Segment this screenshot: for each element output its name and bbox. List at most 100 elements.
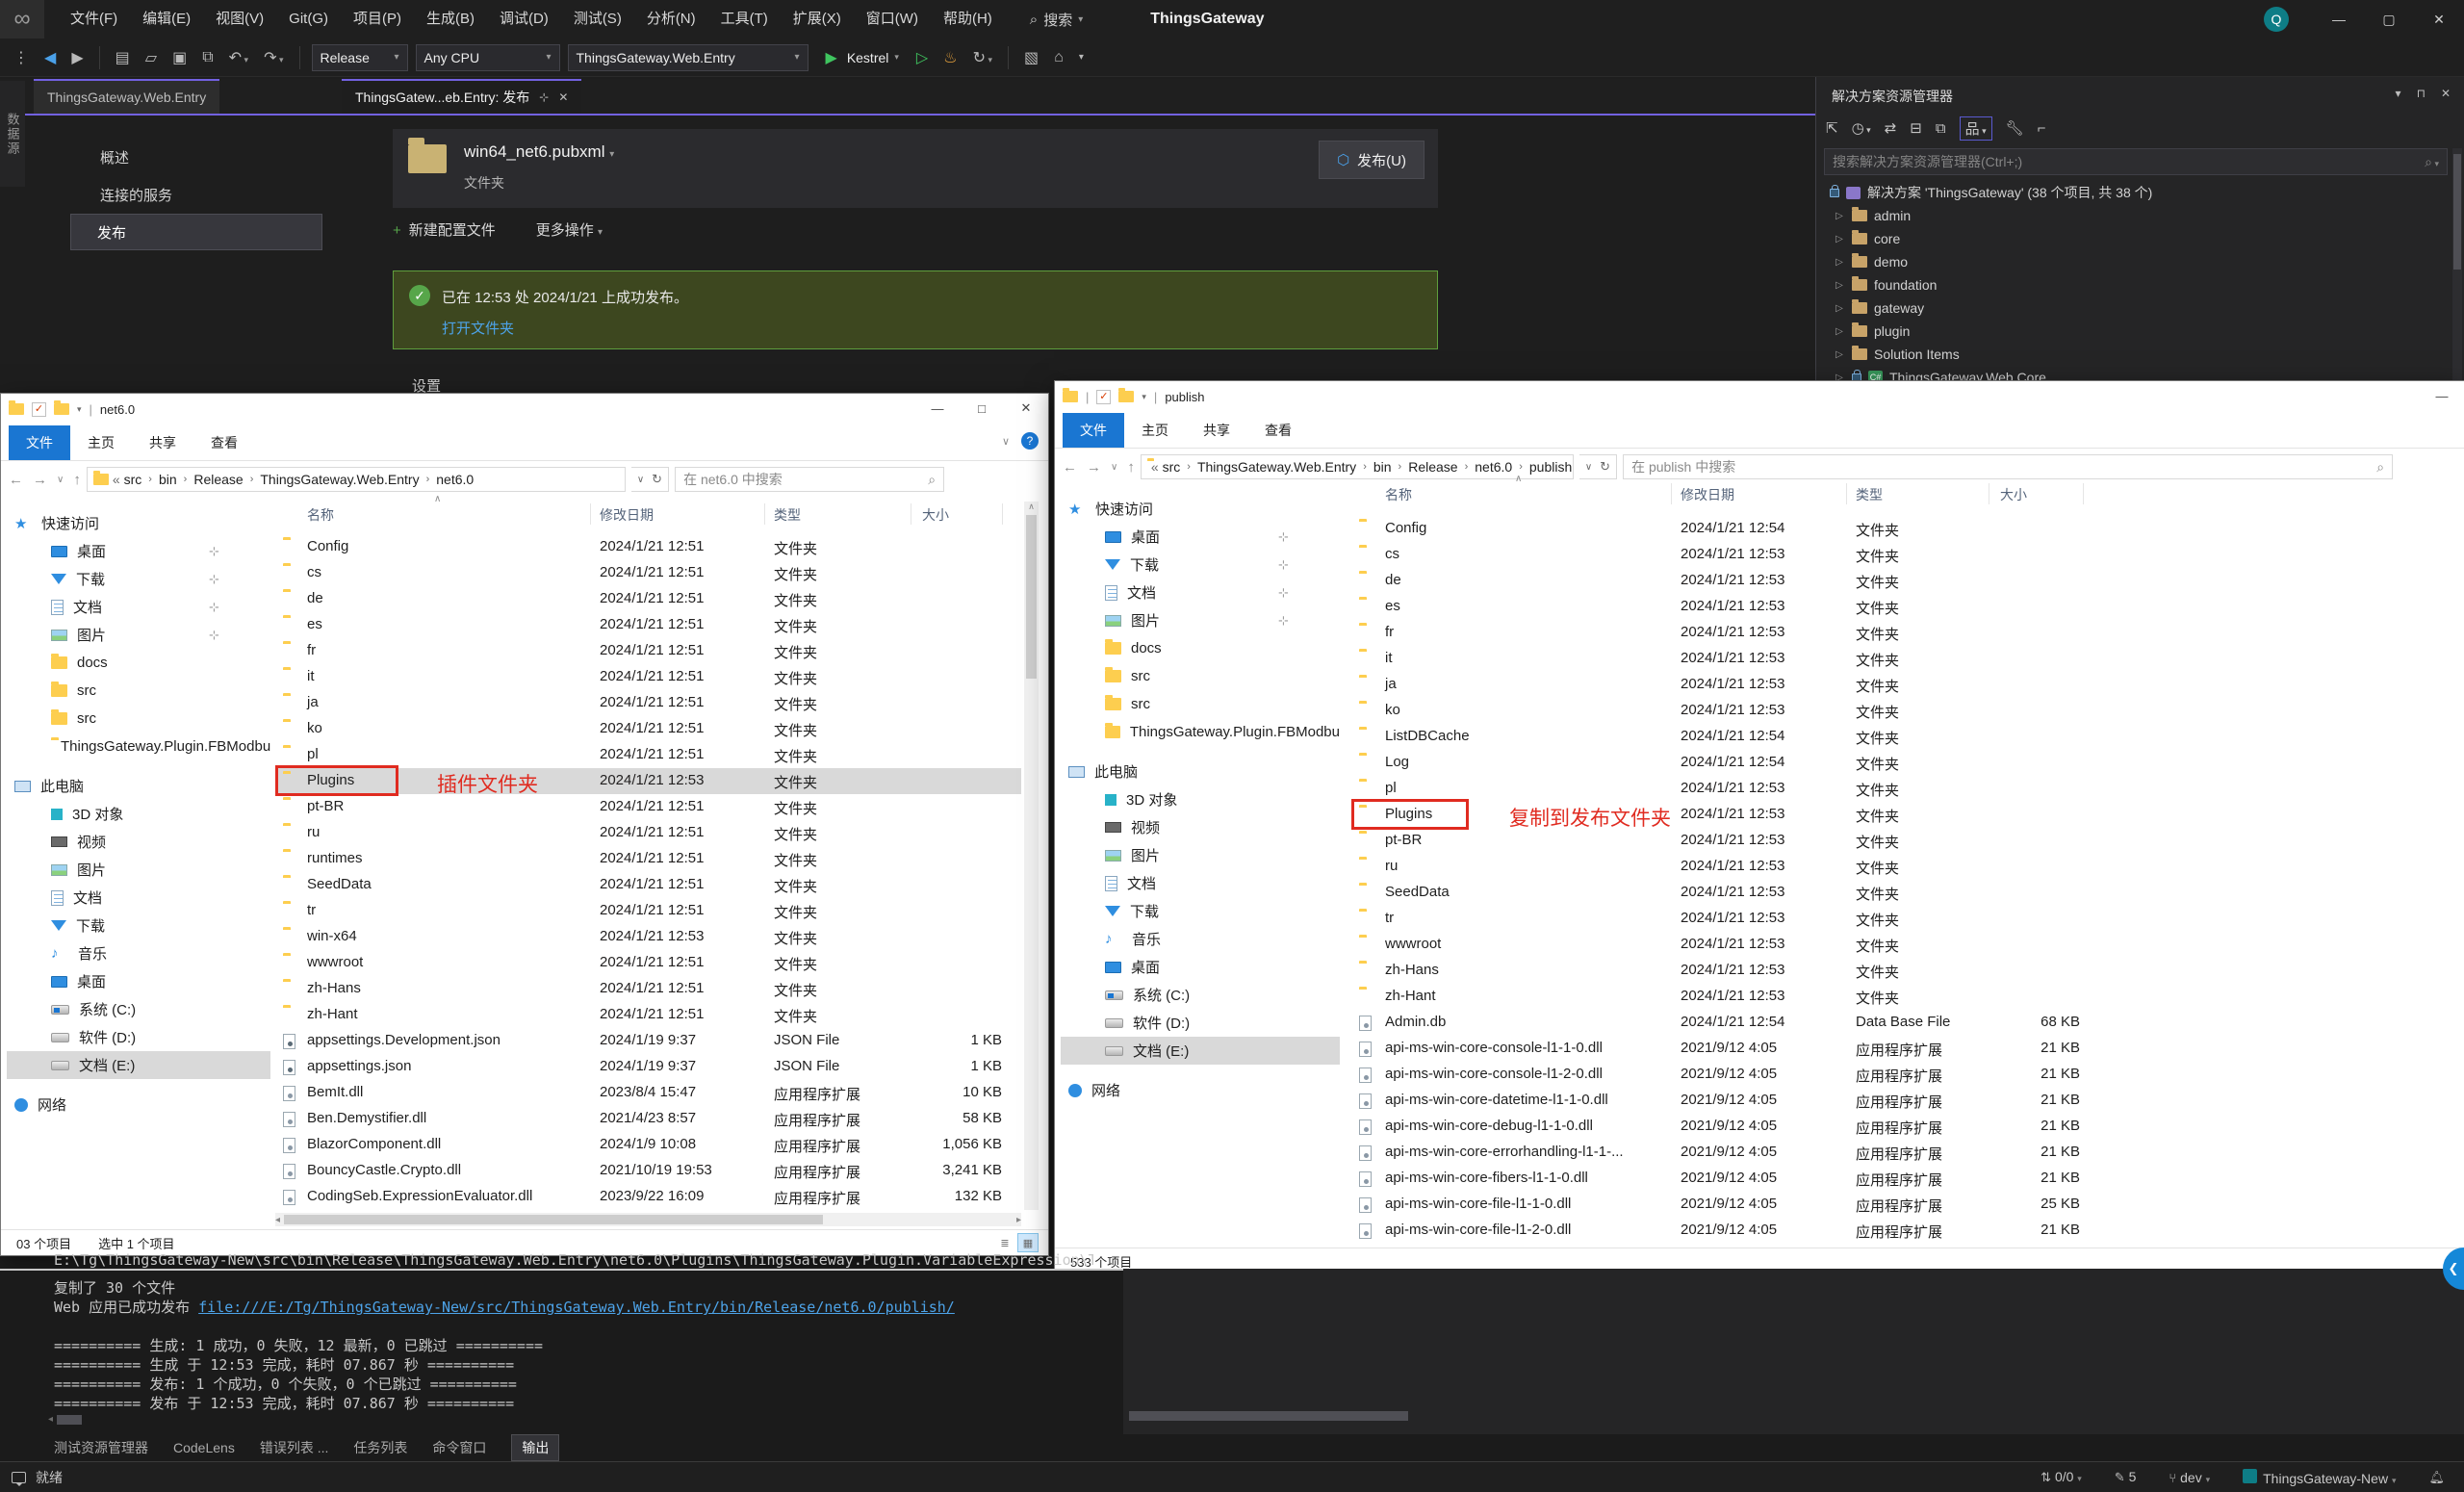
explorer1-vertical-scrollbar[interactable]: ∧ [1024, 502, 1039, 1210]
panel-tab-错误列表 ...[interactable]: 错误列表 ... [260, 1438, 329, 1457]
sidebar-item-folder[interactable]: docs [1061, 634, 1340, 662]
ribbon-tab-3[interactable]: 查看 [1247, 413, 1309, 448]
column-header-1[interactable]: 修改日期 [1681, 485, 1734, 504]
file-row[interactable]: ja2024/1/21 12:51文件夹 [275, 690, 1021, 716]
file-row[interactable]: SeedData2024/1/21 12:51文件夹 [275, 872, 1021, 898]
column-separator[interactable] [1002, 503, 1003, 525]
file-row[interactable]: api-ms-win-core-console-l1-2-0.dll2021/9… [1353, 1062, 2094, 1088]
save-all-icon[interactable]: ⧉ [198, 47, 217, 68]
sidebar-item-drive[interactable]: 软件 (D:) [1061, 1009, 1340, 1037]
chevron-right-icon[interactable]: ▷ [1834, 303, 1845, 314]
file-row[interactable]: zh-Hans2024/1/21 12:53文件夹 [1353, 958, 2094, 984]
panel-tab-任务列表[interactable]: 任务列表 [353, 1438, 407, 1457]
explorer1-breadcrumb[interactable]: «src›bin›Release›ThingsGateway.Web.Entry… [87, 467, 626, 492]
file-row[interactable]: win-x642024/1/21 12:53文件夹 [275, 924, 1021, 950]
file-row[interactable]: runtimes2024/1/21 12:51文件夹 [275, 846, 1021, 872]
navigate-to-icon[interactable]: ⌂ [1050, 47, 1067, 68]
minimize-button[interactable]: — [2420, 381, 2464, 410]
sidebar-item-music[interactable]: ♪音乐 [1061, 925, 1340, 953]
startup-project-dropdown[interactable]: ThingsGateway.Web.Entry▾ [568, 44, 808, 71]
preview-selected-items-icon[interactable]: ⌐ [2038, 120, 2046, 137]
properties-icon[interactable]: ⧉ [1936, 120, 1946, 137]
solution-folder-node[interactable]: ▷Solution Items [1816, 343, 2451, 366]
file-row[interactable]: tr2024/1/21 12:51文件夹 [275, 898, 1021, 924]
forward-icon[interactable]: → [33, 472, 47, 488]
sidebar-item-desktop[interactable]: 桌面⊹ [1061, 523, 1340, 551]
file-row[interactable]: ko2024/1/21 12:51文件夹 [275, 716, 1021, 742]
expand-ribbon-icon[interactable]: ∨ [1002, 435, 1010, 448]
file-row[interactable]: api-ms-win-core-debug-l1-1-0.dll2021/9/1… [1353, 1114, 2094, 1140]
sidebar-item-drive[interactable]: 文档 (E:) [1061, 1037, 1340, 1065]
pending-changes-filter-icon[interactable]: ◷ ▾ [1852, 119, 1871, 137]
file-row[interactable]: cs2024/1/21 12:51文件夹 [275, 560, 1021, 586]
file-row[interactable]: api-ms-win-core-fibers-l1-1-0.dll2021/9/… [1353, 1166, 2094, 1192]
file-row[interactable]: CodingSeb.ExpressionEvaluator.dll2023/9/… [275, 1184, 1021, 1210]
start-debugging-button[interactable]: ▶ Kestrel ▾ [816, 44, 905, 71]
solution-explorer-search[interactable]: 搜索解决方案资源管理器(Ctrl+;) ⌕ ▾ [1824, 148, 2448, 175]
sidebar-item-desktop[interactable]: 桌面⊹ [7, 537, 270, 565]
file-row[interactable]: Log2024/1/21 12:54文件夹 [1353, 750, 2094, 776]
menu-item[interactable]: 生成(B) [414, 0, 487, 39]
file-row[interactable]: api-ms-win-core-file-l1-1-0.dll2021/9/12… [1353, 1192, 2094, 1218]
menu-item[interactable]: 调试(D) [487, 0, 561, 39]
menu-item[interactable]: 帮助(H) [931, 0, 1005, 39]
back-icon[interactable]: ← [9, 472, 23, 488]
new-profile-button[interactable]: +新建配置文件 [393, 219, 496, 240]
file-row[interactable]: ru2024/1/21 12:53文件夹 [1353, 854, 2094, 880]
configuration-dropdown[interactable]: Release▾ [312, 44, 408, 71]
sidebar-this-pc[interactable]: 此电脑 [7, 772, 270, 800]
breadcrumb-segment[interactable]: src [124, 472, 142, 487]
column-separator[interactable] [1846, 483, 1847, 504]
file-row[interactable]: BouncyCastle.Crypto.dll2021/10/19 19:53应… [275, 1158, 1021, 1184]
breadcrumb-segment[interactable]: net6.0 [1475, 459, 1512, 475]
close-icon[interactable]: ✕ [2441, 87, 2451, 100]
start-without-debugging-icon[interactable]: ▷ [912, 46, 932, 69]
column-separator[interactable] [1671, 483, 1672, 504]
file-row[interactable]: ja2024/1/21 12:53文件夹 [1353, 672, 2094, 698]
column-separator[interactable] [590, 503, 591, 525]
pin-icon[interactable]: ⊹ [539, 90, 549, 104]
wrench-icon[interactable]: 🔧︎ [2006, 119, 2024, 137]
minimize-button[interactable]: — [915, 394, 960, 423]
explorer2-search-box[interactable]: 在 publish 中搜索 ⌕ [1623, 454, 2393, 479]
sidebar-network[interactable]: 网络 [7, 1091, 270, 1119]
redo-icon[interactable]: ↷ ▾ [260, 46, 287, 69]
file-row[interactable]: Plugins2024/1/21 12:53文件夹复制到发布文件夹 [1353, 802, 2094, 828]
sidebar-item-picture[interactable]: 图片 [7, 856, 270, 884]
sidebar-item-desktop[interactable]: 桌面 [1061, 953, 1340, 981]
sidebar-item-folder[interactable]: ThingsGateway.Plugin.FBModbu [1061, 718, 1340, 746]
refresh-icon[interactable]: ↻ [652, 472, 662, 487]
sidebar-item-picture[interactable]: 图片⊹ [7, 621, 270, 649]
panel-tab-输出[interactable]: 输出 [511, 1434, 559, 1461]
back-icon[interactable]: ← [1063, 459, 1077, 476]
explorer1-title-bar[interactable]: ✓ ▾ | net6.0 — □ ✕ [1, 394, 1048, 424]
chevron-right-icon[interactable]: ▷ [1834, 257, 1845, 268]
solution-folder-node[interactable]: ▷gateway [1816, 296, 2451, 320]
publish-nav-publish[interactable]: 发布 [70, 214, 322, 250]
hot-reload-icon[interactable]: ♨ [939, 46, 961, 69]
panel-menu-icon[interactable]: ▾ [2396, 87, 2401, 100]
file-row[interactable]: Plugins2024/1/21 12:53文件夹插件文件夹 [275, 768, 1021, 794]
recent-locations-icon[interactable]: ∨ [1111, 462, 1117, 473]
sidebar-item-drive-c[interactable]: 系统 (C:) [7, 995, 270, 1023]
close-icon[interactable]: ✕ [558, 90, 568, 104]
sync-with-active-document-icon[interactable]: ⇄ [1885, 119, 1897, 137]
publish-nav-connected-services[interactable]: 连接的服务 [100, 185, 172, 205]
breadcrumb-segment[interactable]: src [1163, 459, 1181, 475]
sidebar-item-video[interactable]: 视频 [7, 828, 270, 856]
solution-folder-node[interactable]: ▷foundation [1816, 273, 2451, 296]
sidebar-item-folder[interactable]: docs [7, 649, 270, 677]
file-row[interactable]: zh-Hant2024/1/21 12:51文件夹 [275, 1002, 1021, 1028]
find-in-files-icon[interactable]: ▧ [1020, 46, 1042, 69]
menu-item[interactable]: 视图(V) [203, 0, 276, 39]
file-row[interactable]: Ben.Demystifier.dll2021/4/23 8:57应用程序扩展5… [275, 1106, 1021, 1132]
address-dropdown-icon[interactable]: ∨ [1585, 462, 1592, 473]
quick-access-check-icon[interactable]: ✓ [1096, 390, 1111, 404]
sidebar-item-folder[interactable]: src [1061, 690, 1340, 718]
notifications-bell-icon[interactable]: 🔔︎ [2428, 1470, 2445, 1485]
column-header-3[interactable]: 大小 [922, 505, 949, 525]
ribbon-tab-file[interactable]: 文件 [9, 425, 70, 460]
sidebar-item-cube[interactable]: 3D 对象 [7, 800, 270, 828]
file-row[interactable]: pl2024/1/21 12:53文件夹 [1353, 776, 2094, 802]
menu-item[interactable]: Git(G) [276, 0, 341, 39]
